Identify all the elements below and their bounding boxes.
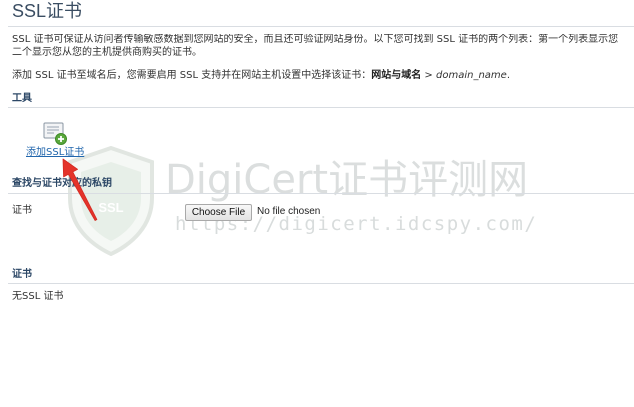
tools-divider — [8, 107, 634, 108]
private-key-heading: 查找与证书对应的私钥 — [12, 178, 112, 189]
private-key-divider — [8, 193, 634, 194]
no-certificates-text: 无SSL 证书 — [12, 291, 64, 302]
ssl-certificates-page: SSL证书 SSL 证书可保证从访问者传输敏感数据到您网站的安全，而且还可验证网… — [0, 0, 634, 407]
choose-file-button[interactable]: Choose File — [185, 204, 252, 221]
file-status-text: No file chosen — [257, 206, 321, 217]
hint-suffix: . — [506, 70, 510, 81]
hint-prefix: 添加 SSL 证书至域名后，您需要启用 SSL 支持并在网站主机设置中选择该证书… — [12, 70, 372, 81]
certificate-field-label: 证书 — [12, 205, 32, 216]
add-ssl-certificate-link[interactable]: 添加SSL证书 — [26, 147, 84, 159]
intro-text-line1: SSL 证书可保证从访问者传输敏感数据到您网站的安全，而且还可验证网站身份。以下… — [12, 34, 619, 45]
hint-separator: > — [421, 70, 436, 81]
page-title: SSL证书 — [12, 1, 83, 21]
certificate-add-icon[interactable] — [42, 120, 68, 146]
hint-path: 网站与域名 — [371, 70, 422, 81]
intro-text-line2: 二个显示您从您的主机提供商购买的证书。 — [12, 47, 202, 58]
intro-hint: 添加 SSL 证书至域名后，您需要启用 SSL 支持并在网站主机设置中选择该证书… — [12, 70, 510, 82]
certificates-divider — [8, 283, 634, 284]
certificates-heading: 证书 — [12, 269, 32, 280]
title-divider — [8, 26, 634, 27]
tools-heading: 工具 — [12, 93, 32, 104]
hint-domain: domain_name — [436, 70, 507, 81]
